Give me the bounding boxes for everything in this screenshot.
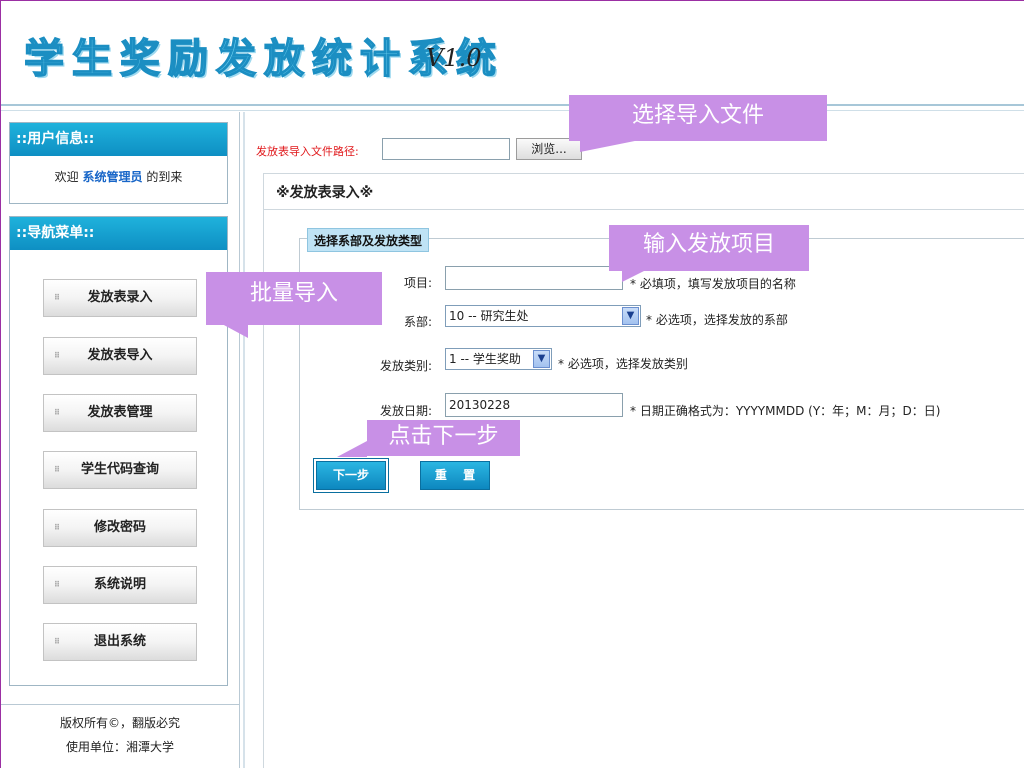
callout-batch-import: 批量导入 bbox=[206, 272, 382, 325]
header-divider bbox=[0, 104, 1024, 106]
sidebar-item-help[interactable]: ⠿ 系统说明 bbox=[43, 566, 197, 604]
callout-tail bbox=[580, 140, 640, 152]
chevron-down-icon[interactable]: ▼ bbox=[622, 307, 639, 325]
sidebar-item-label: 发放表导入 bbox=[87, 348, 153, 363]
bullet-icon: ⠿ bbox=[54, 293, 61, 302]
section-title: ※发放表录入※ bbox=[276, 185, 374, 201]
callout-click-next: 点击下一步 bbox=[367, 420, 520, 456]
header-divider-thin bbox=[0, 110, 1024, 111]
import-file-input[interactable] bbox=[382, 138, 510, 160]
bullet-icon: ⠿ bbox=[54, 408, 61, 417]
nav-menu-title: ::导航菜单:: bbox=[10, 217, 227, 250]
dept-select[interactable]: 10 -- 研究生处 ▼ bbox=[445, 305, 641, 327]
sidebar-item-label: 发放表管理 bbox=[87, 405, 153, 420]
callout-tail bbox=[622, 270, 646, 282]
project-input[interactable] bbox=[445, 266, 623, 290]
sidebar-rail bbox=[243, 112, 245, 768]
sidebar-item-password[interactable]: ⠿ 修改密码 bbox=[43, 509, 197, 547]
chevron-down-icon[interactable]: ▼ bbox=[533, 350, 550, 368]
callout-tail bbox=[222, 324, 248, 338]
app-header: 学生奖励发放统计系统 V1.0 bbox=[0, 0, 1024, 104]
welcome-suffix: 的到来 bbox=[146, 170, 183, 184]
user-info-panel: ::用户信息:: 欢迎 系统管理员 的到来 bbox=[9, 122, 228, 204]
sidebar-item-label: 发放表录入 bbox=[87, 290, 153, 305]
date-label: 发放日期: bbox=[379, 404, 432, 418]
nav-menu-panel: ::导航菜单:: ⠿ 发放表录入 ⠿ 发放表导入 ⠿ 发放表管理 ⠿ 学生代码查询 ⠿ 修… bbox=[9, 216, 228, 686]
sidebar-item-label: 退出系统 bbox=[93, 634, 146, 649]
sidebar-item-label: 学生代码查询 bbox=[80, 462, 159, 477]
sidebar-item-import[interactable]: ⠿ 发放表导入 bbox=[43, 337, 197, 375]
type-label: 发放类别: bbox=[379, 359, 432, 373]
user-name: 系统管理员 bbox=[82, 170, 143, 184]
callout-tail bbox=[337, 441, 367, 457]
bullet-icon: ⠿ bbox=[54, 637, 61, 646]
section-divider bbox=[264, 209, 1024, 210]
callout-select-file: 选择导入文件 bbox=[569, 95, 827, 141]
dept-hint: * 必选项，选择发放的系部 bbox=[646, 313, 788, 327]
bullet-icon: ⠿ bbox=[54, 523, 61, 532]
bullet-icon: ⠿ bbox=[54, 465, 61, 474]
copyright-line: 版权所有©，翻版必究 bbox=[59, 716, 180, 730]
type-selected-value: 1 -- 学生奖助 bbox=[449, 352, 521, 366]
sidebar-item-student-code[interactable]: ⠿ 学生代码查询 bbox=[43, 451, 197, 489]
callout-input-project: 输入发放项目 bbox=[609, 225, 809, 271]
organization-line: 使用单位：湘潭大学 bbox=[65, 740, 174, 754]
user-info-title: ::用户信息:: bbox=[10, 123, 227, 156]
type-hint: * 必选项，选择发放类别 bbox=[558, 357, 688, 371]
bullet-icon: ⠿ bbox=[54, 580, 61, 589]
bullet-icon: ⠿ bbox=[54, 351, 61, 360]
fieldset-legend: 选择系部及发放类型 bbox=[307, 228, 430, 252]
date-input[interactable]: 20130228 bbox=[445, 393, 623, 417]
app-version: V1.0 bbox=[426, 44, 482, 72]
reset-button[interactable]: 重 置 bbox=[420, 461, 490, 490]
sidebar-item-label: 系统说明 bbox=[93, 577, 146, 592]
sidebar-item-entry[interactable]: ⠿ 发放表录入 bbox=[43, 279, 197, 317]
type-select[interactable]: 1 -- 学生奖助 ▼ bbox=[445, 348, 552, 370]
welcome-text: 欢迎 系统管理员 的到来 bbox=[10, 168, 227, 185]
browse-button[interactable]: 浏览... bbox=[516, 138, 582, 160]
sidebar-item-logout[interactable]: ⠿ 退出系统 bbox=[43, 623, 197, 661]
project-hint: * 必填项，填写发放项目的名称 bbox=[630, 277, 796, 291]
import-path-label: 发放表导入文件路径: bbox=[256, 145, 359, 158]
sidebar-item-label: 修改密码 bbox=[93, 520, 146, 535]
date-hint: * 日期正确格式为：YYYYMMDD (Y：年；M：月；D：日) bbox=[630, 404, 941, 418]
copyright: 版权所有©，翻版必究 使用单位：湘潭大学 bbox=[0, 704, 240, 759]
welcome-prefix: 欢迎 bbox=[54, 170, 79, 184]
next-button[interactable]: 下一步 bbox=[316, 461, 386, 490]
sidebar-item-manage[interactable]: ⠿ 发放表管理 bbox=[43, 394, 197, 432]
sidebar: ::用户信息:: 欢迎 系统管理员 的到来 ::导航菜单:: ⠿ 发放表录入 ⠿ 发… bbox=[0, 112, 240, 768]
dept-selected-value: 10 -- 研究生处 bbox=[449, 309, 529, 323]
